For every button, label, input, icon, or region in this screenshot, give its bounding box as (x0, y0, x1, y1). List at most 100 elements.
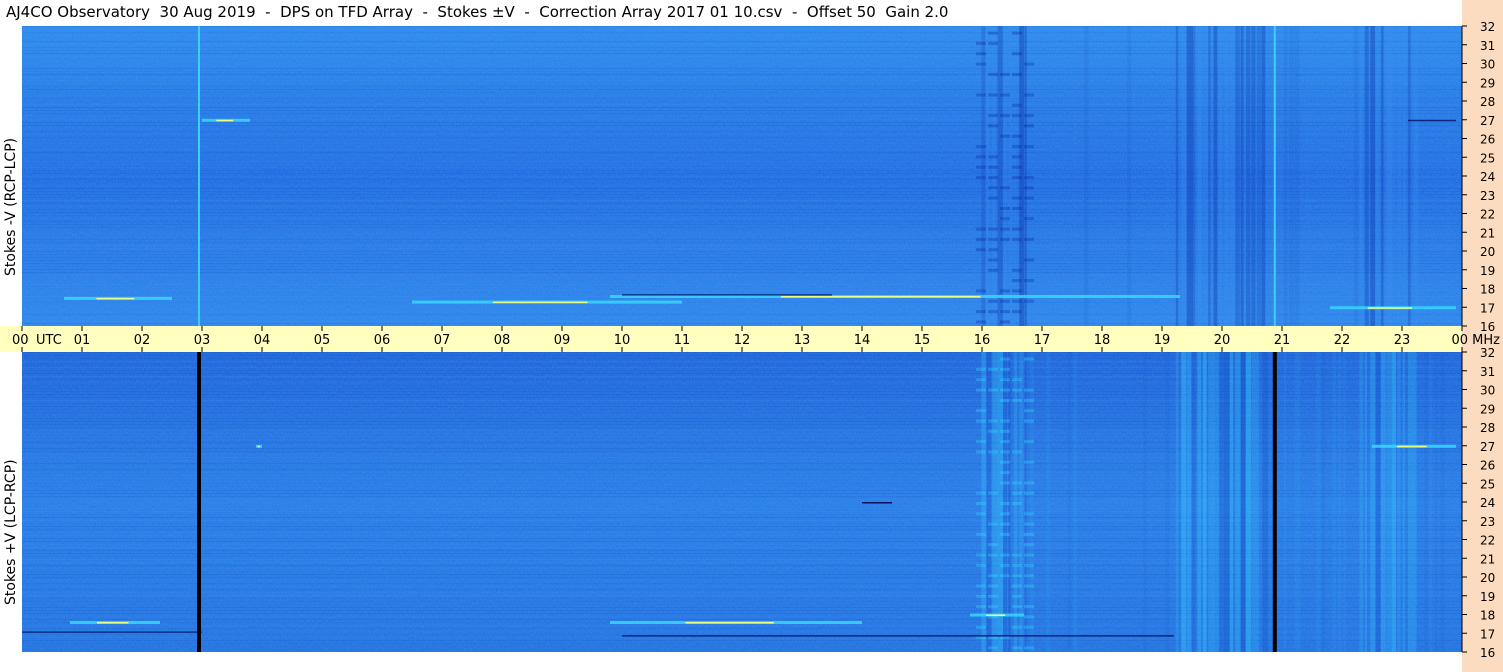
texture-dash (1012, 310, 1022, 314)
texture-dash (1012, 103, 1022, 107)
texture-dash (1000, 502, 1010, 505)
frequency-tick-label: 21 (1480, 552, 1495, 566)
texture-dash (976, 502, 986, 505)
texture-dash (1000, 440, 1010, 444)
texture-band (1181, 352, 1187, 652)
texture-dash (976, 409, 986, 413)
texture-band (1192, 26, 1196, 326)
texture-dash (1012, 563, 1022, 567)
texture-band (1413, 26, 1419, 326)
texture-dash (1024, 124, 1034, 128)
texture-band (1208, 26, 1211, 326)
texture-dash (976, 594, 986, 598)
frequency-tick-label: 29 (1480, 402, 1495, 416)
texture-dash (988, 93, 998, 97)
texture-dash (976, 62, 986, 66)
texture-dash (1012, 206, 1022, 210)
texture-band (1397, 352, 1401, 652)
time-tick-label: 00 (12, 333, 29, 348)
texture-band (1181, 26, 1188, 326)
texture-dash (988, 124, 998, 128)
texture-dash (976, 227, 986, 231)
texture-band (1003, 26, 1007, 326)
bright-segment-core (97, 622, 129, 624)
texture-dash (1024, 543, 1034, 547)
texture-dash (1012, 481, 1022, 485)
texture-dash (1024, 299, 1034, 303)
frequency-tick-label: 28 (1480, 421, 1495, 435)
time-tick-label: 20 (1214, 333, 1231, 348)
time-tick-label: 12 (734, 333, 751, 348)
texture-dash (1012, 378, 1022, 382)
texture-dash (988, 165, 998, 169)
texture-band (1240, 26, 1244, 326)
texture-dash (988, 31, 998, 35)
texture-dash (1024, 186, 1034, 190)
texture-band (1278, 26, 1282, 326)
bright-segment-core (1367, 307, 1412, 309)
texture-band (1343, 352, 1346, 652)
frequency-tick-label: 30 (1480, 58, 1495, 72)
texture-dash (1024, 237, 1034, 241)
texture-band (1397, 26, 1402, 326)
texture-dash (976, 52, 986, 56)
texture-dash (1012, 450, 1022, 454)
time-tick-label: 00 (1451, 333, 1468, 348)
texture-dash (976, 155, 986, 159)
texture-dash (988, 605, 998, 609)
texture-dash (988, 41, 998, 45)
frequency-tick-label: 23 (1480, 515, 1495, 529)
texture-dash (988, 114, 998, 118)
texture-dash (1000, 419, 1010, 423)
texture-dash (1000, 134, 1010, 138)
texture-dash (976, 605, 986, 609)
texture-band (1408, 352, 1414, 652)
texture-dash (1012, 227, 1022, 231)
time-tick-label: 07 (434, 333, 451, 348)
time-tick-label: 03 (194, 333, 211, 348)
texture-band (1294, 352, 1301, 652)
texture-band (1165, 352, 1170, 652)
texture-band (1219, 26, 1222, 326)
texture-band (1321, 352, 1326, 652)
frequency-tick-label: 24 (1480, 170, 1495, 184)
texture-dash (1024, 574, 1034, 578)
texture-dash (976, 145, 986, 149)
frequency-tick-label: 22 (1480, 534, 1495, 548)
texture-band (1402, 26, 1407, 326)
texture-dash (1024, 388, 1034, 392)
texture-dash (1024, 279, 1034, 283)
texture-dash (976, 563, 986, 567)
texture-dash (988, 299, 998, 303)
texture-band (1213, 352, 1220, 652)
texture-dash (976, 491, 986, 495)
frequency-tick-label: 27 (1480, 440, 1495, 454)
frequency-tick-label: 31 (1480, 39, 1495, 53)
texture-band (1370, 26, 1376, 326)
bright-segment-core (96, 297, 135, 300)
texture-dash (1024, 584, 1034, 588)
frequency-tick-label: 32 (1480, 346, 1495, 360)
texture-dash (1012, 237, 1022, 241)
texture-band (1364, 352, 1367, 652)
texture-dash (1024, 460, 1034, 464)
texture-band (1440, 352, 1445, 652)
texture-band (1202, 352, 1207, 652)
texture-dash (988, 176, 998, 179)
texture-band (1186, 352, 1192, 652)
texture-dash (1024, 217, 1034, 221)
bright-segment-core (986, 614, 1006, 616)
texture-band (1251, 26, 1256, 326)
texture-dash (1012, 299, 1022, 303)
texture-band (1386, 26, 1393, 326)
texture-band (1192, 352, 1196, 652)
time-tick-label: 21 (1274, 333, 1291, 348)
texture-dash (988, 429, 998, 433)
texture-dash (1000, 450, 1010, 454)
texture-dash (976, 419, 986, 423)
texture-dash (1012, 268, 1022, 272)
texture-band (1246, 26, 1251, 326)
texture-dash (1024, 605, 1034, 609)
frequency-tick-label: 26 (1480, 459, 1495, 473)
texture-band (1283, 26, 1288, 326)
